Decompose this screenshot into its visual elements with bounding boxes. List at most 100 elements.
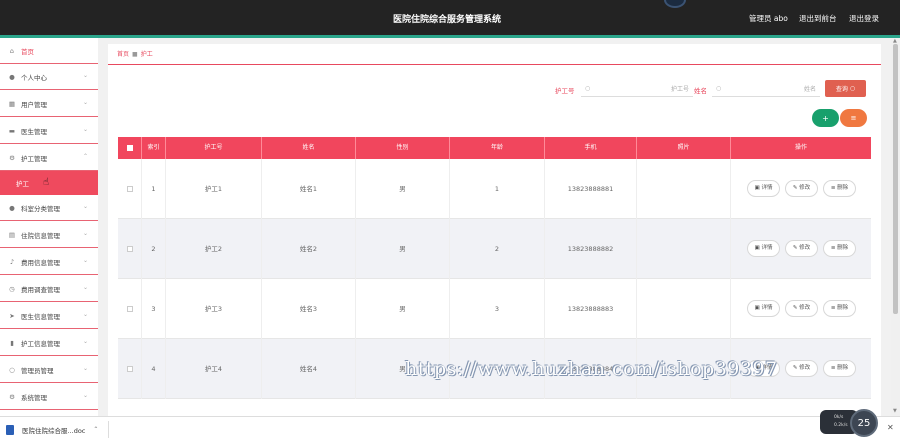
sidebar-item-home[interactable]: ⌂ 首页 (0, 38, 98, 64)
row-select-cell (118, 219, 142, 279)
search-icon: ○ (585, 85, 591, 92)
sidebar-item-departments[interactable]: ● 科室分类管理 ⌄ (0, 195, 98, 221)
chevron-down-icon: ⌄ (82, 99, 88, 106)
cell-gender: 男 (356, 279, 450, 339)
top-bar: 医院住院综合服务管理系统 管理员 abo 退出到前台 退出登录 (0, 0, 900, 38)
sidebar-item-system[interactable]: ⚙ 系统管理 ⌄ (0, 384, 98, 410)
chevron-down-icon: ⌄ (82, 365, 88, 372)
sidebar-item-fee-survey[interactable]: ◷ 费用调查管理 ⌄ (0, 276, 98, 302)
sidebar-item-inpatient[interactable]: ▤ 住院信息管理 ⌄ (0, 222, 98, 248)
chevron-down-icon: ⌄ (82, 72, 88, 79)
cell-name: 姓名2 (262, 219, 356, 279)
query-button-label: 查询 (835, 86, 848, 93)
circle-icon: ○ (9, 365, 15, 374)
sidebar: ⌂ 首页 ● 个人中心 ⌄ ▦ 用户管理 ⌄ ▬ 医生管理 ⌄ ⚙ 护工管理 ⌃… (0, 38, 98, 416)
download-item[interactable]: 医院住院综合服...doc ⌃ (6, 421, 106, 438)
word-doc-icon (6, 424, 14, 435)
cell-index: 2 (142, 219, 166, 279)
detail-button[interactable]: ▣ 详情 (747, 240, 780, 257)
cell-index: 4 (142, 339, 166, 399)
row-actions-cell: ▣ 详情 ✎ 修改 ≡ 删除 (731, 159, 871, 219)
edit-button[interactable]: ✎ 修改 (785, 180, 818, 197)
sidebar-item-nurse-info[interactable]: ▮ 护工信息管理 ⌄ (0, 330, 98, 356)
sidebar-item-fees[interactable]: ♪ 费用信息管理 ⌄ (0, 249, 98, 275)
row-checkbox[interactable] (126, 246, 133, 252)
name-input[interactable]: ○ 姓名 (712, 81, 820, 97)
page-scrollbar[interactable]: ▲ ▼ (891, 38, 900, 416)
sidebar-item-doctors[interactable]: ▬ 医生管理 ⌄ (0, 118, 98, 144)
row-checkbox[interactable] (126, 306, 133, 312)
breadcrumb-divider (108, 64, 881, 65)
app-title: 医院住院综合服务管理系统 (393, 15, 502, 25)
edit-label: 修改 (799, 305, 811, 311)
scroll-down-icon[interactable]: ▼ (893, 408, 897, 414)
detail-button[interactable]: ▣ 详情 (747, 180, 780, 197)
table-row: 1 护工1 姓名1 男 1 13823888881 ▣ 详情 ✎ 修改 ≡ 删除 (118, 159, 871, 219)
edit-label: 修改 (799, 245, 811, 251)
delete-label: 删除 (837, 245, 849, 251)
row-checkbox[interactable] (126, 366, 133, 372)
cell-phone: 13823888881 (545, 159, 637, 219)
performance-badge[interactable]: 25 (850, 409, 878, 437)
photo-cell (637, 279, 731, 339)
nurse-no-input[interactable]: ○ 护工号 (581, 81, 693, 97)
name-placeholder: 姓名 (803, 86, 816, 93)
close-download-bar-icon[interactable]: ✕ (887, 423, 894, 432)
chevron-down-icon: ⌄ (82, 257, 88, 264)
cell-age: 2 (450, 219, 545, 279)
gear-icon: ⚙ (9, 153, 15, 162)
monitor-icon: ▬ (8, 126, 16, 135)
download-divider (108, 421, 109, 438)
detail-button[interactable]: ▣ 详情 (747, 300, 780, 317)
cell-name: 姓名4 (262, 339, 356, 399)
row-select-cell (118, 339, 142, 399)
add-button[interactable]: + (812, 109, 839, 127)
edit-button[interactable]: ✎ 修改 (785, 240, 818, 257)
clock-icon: ◷ (9, 284, 15, 293)
query-button[interactable]: 查询 ○ (825, 80, 866, 97)
sidebar-item-profile[interactable]: ● 个人中心 ⌄ (0, 64, 98, 90)
cpu-badge-icon (664, 0, 686, 8)
settings-icon: ⚙ (9, 392, 15, 401)
sidebar-item-label: 医生信息管理 (21, 312, 60, 321)
sidebar-item-doctor-info[interactable]: ➤ 医生信息管理 ⌄ (0, 303, 98, 329)
mic-icon: ♪ (9, 257, 15, 266)
row-checkbox[interactable] (126, 186, 133, 192)
batch-delete-button[interactable]: ≡ (840, 109, 867, 127)
sidebar-item-label: 住院信息管理 (21, 231, 60, 240)
chevron-down-icon: ⌄ (82, 392, 88, 399)
column-header: 操作 (794, 144, 807, 151)
chevron-down-icon: ⌄ (82, 230, 88, 237)
chevron-down-icon: ⌄ (82, 311, 88, 318)
row-actions-cell: ▣ 详情 ✎ 修改 ≡ 删除 (731, 279, 871, 339)
delete-button[interactable]: ≡ 删除 (823, 240, 856, 257)
cell-name: 姓名3 (262, 279, 356, 339)
scrollbar-thumb[interactable] (893, 44, 898, 314)
select-all-checkbox[interactable] (126, 144, 133, 151)
edit-button[interactable]: ✎ 修改 (785, 300, 818, 317)
edit-button[interactable]: ✎ 修改 (785, 360, 818, 377)
nurse-no-label: 护工号 (555, 87, 575, 95)
watermark: https://www.huzhan.com/ishop39397 (405, 358, 778, 380)
sidebar-item-nurse-management[interactable]: ⚙ 护工管理 ⌃ (0, 145, 98, 171)
edit-label: 修改 (799, 185, 811, 191)
delete-button[interactable]: ≡ 删除 (823, 360, 856, 377)
delete-button[interactable]: ≡ 删除 (823, 300, 856, 317)
select-all-cell (118, 137, 142, 159)
logout-link[interactable]: 退出登录 (849, 13, 879, 24)
cell-name: 姓名1 (262, 159, 356, 219)
chevron-down-icon: ⌄ (82, 284, 88, 291)
download-file-name: 医院住院综合服...doc (22, 426, 86, 435)
sidebar-item-users[interactable]: ▦ 用户管理 ⌄ (0, 91, 98, 117)
back-to-front-link[interactable]: 退出到前台 (799, 13, 837, 24)
sidebar-item-label: 护工管理 (21, 154, 47, 163)
breadcrumb-home[interactable]: 首页 (117, 51, 129, 58)
chevron-up-icon[interactable]: ⌃ (93, 426, 98, 433)
detail-label: 详情 (761, 305, 773, 311)
cell-index: 1 (142, 159, 166, 219)
column-header: 姓名 (262, 137, 356, 159)
sidebar-item-admins[interactable]: ○ 管理员管理 ⌄ (0, 357, 98, 383)
admin-name: 管理员 abo (749, 14, 788, 23)
delete-button[interactable]: ≡ 删除 (823, 180, 856, 197)
cell-index: 3 (142, 279, 166, 339)
